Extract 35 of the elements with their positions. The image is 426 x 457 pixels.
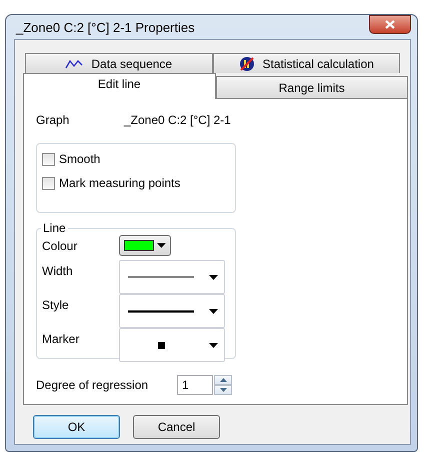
close-button[interactable] [369, 14, 411, 34]
checkbox-label: Smooth [59, 152, 100, 166]
dropdown[interactable] [119, 294, 225, 328]
square-marker-icon [158, 342, 164, 348]
checkbox[interactable] [42, 176, 55, 190]
colour-picker[interactable] [119, 235, 171, 256]
statistics-icon [238, 56, 255, 72]
tab[interactable]: Statistical calculation [212, 53, 400, 73]
caret-icon [209, 308, 218, 314]
spinner[interactable] [214, 375, 232, 395]
dropdown[interactable] [119, 260, 225, 294]
number-field[interactable]: 1 [177, 375, 213, 395]
field-label: Colour [42, 238, 78, 252]
dialog-button[interactable]: Cancel [133, 415, 220, 439]
thin-line-icon [128, 276, 194, 278]
field-label: Style [42, 297, 70, 312]
tab[interactable]: Data sequence [25, 53, 212, 73]
dialog-button[interactable]: OK [33, 415, 120, 439]
tab[interactable]: Edit line [23, 73, 216, 99]
graph-value: _Zone0 C:2 [°C] 2-1 [124, 113, 231, 127]
thick-line-icon [128, 310, 194, 312]
checkbox-label: Mark measuring points [59, 176, 180, 190]
graph-label: Graph [36, 113, 70, 127]
caret-icon [209, 342, 218, 348]
field-label: Degree of regression [36, 378, 150, 392]
caret-icon [157, 243, 166, 248]
field-label: Width [42, 263, 74, 278]
field-label: Marker [42, 331, 80, 346]
group-title: Line [42, 221, 67, 235]
window-title: _Zone0 C:2 [°C] 2-1 Properties [14, 20, 195, 34]
tab[interactable]: Range limits [216, 76, 408, 98]
close-icon [385, 20, 395, 28]
caret-icon [209, 274, 218, 280]
checkbox[interactable] [42, 152, 55, 166]
line-chart-icon [65, 58, 84, 68]
